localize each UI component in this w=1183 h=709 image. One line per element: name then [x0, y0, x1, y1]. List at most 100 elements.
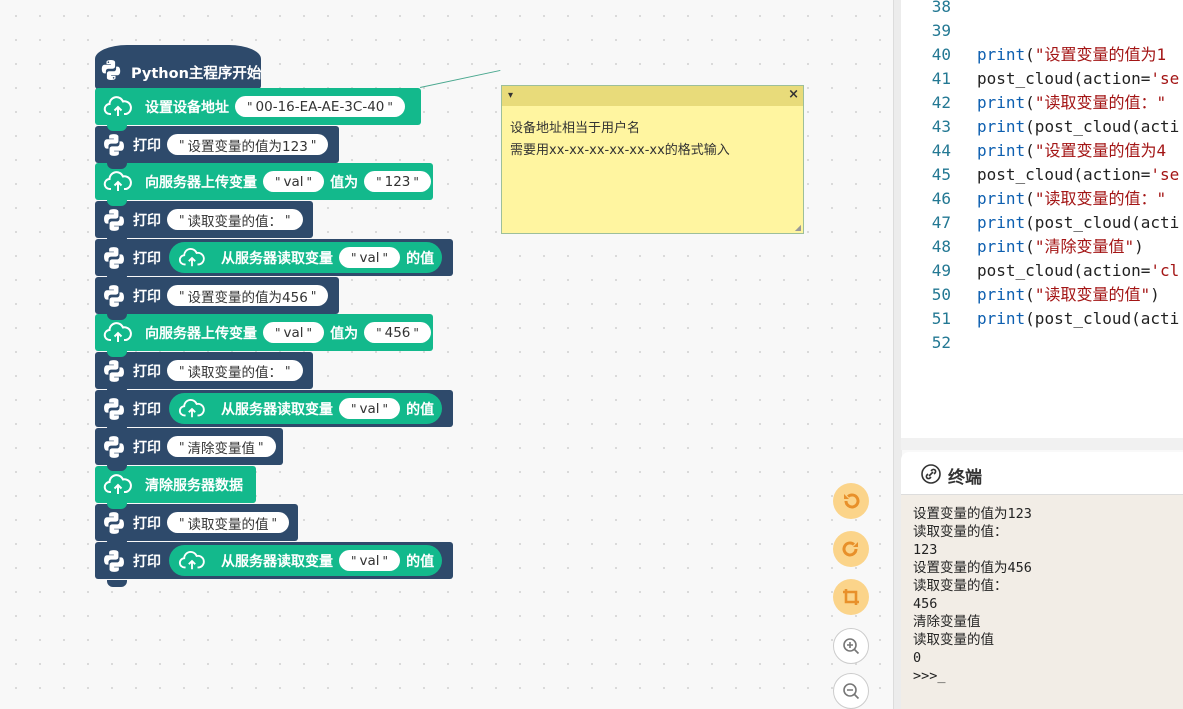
read-variable-block[interactable]: 从服务器读取变量 " val " 的值 — [169, 545, 443, 576]
python-icon — [104, 209, 124, 231]
line-number: 45 — [931, 165, 951, 184]
python-icon — [104, 436, 124, 458]
line-number: 41 — [931, 69, 951, 88]
cloud-download-icon — [178, 247, 205, 266]
line-number: 39 — [931, 21, 951, 40]
print-block[interactable]: 打印 从服务器读取变量 " val " 的值 — [95, 239, 453, 282]
terminal-title: 终端 — [948, 468, 982, 488]
read-variable-block[interactable]: 从服务器读取变量 " val " 的值 — [169, 242, 443, 273]
terminal-line: 读取变量的值： — [913, 524, 1008, 540]
code-text: post_cloud(action='se — [977, 165, 1180, 184]
python-icon — [101, 60, 121, 80]
text-field[interactable]: " 读取变量的值 " — [167, 512, 290, 533]
line-number: 48 — [931, 237, 951, 256]
block-label: 清除服务器数据 — [145, 477, 243, 494]
terminal-line: 设置变量的值为123 — [913, 506, 1032, 522]
value-label: 值为 — [330, 174, 359, 191]
variable-value-field[interactable]: " 123 " — [364, 171, 431, 192]
crop-icon — [843, 589, 859, 605]
print-block[interactable]: 打印 " 设置变量的值为123 " — [95, 126, 339, 169]
text-field[interactable]: " 设置变量的值为456 " — [167, 285, 329, 306]
terminal-line: 读取变量的值： — [913, 578, 1008, 594]
python-icon — [104, 398, 124, 420]
print-label: 打印 — [133, 439, 161, 456]
print-label: 打印 — [133, 212, 161, 229]
suffix-label: 的值 — [406, 250, 435, 267]
print-label: 打印 — [133, 250, 161, 267]
block-label: 从服务器读取变量 — [221, 401, 333, 418]
block-label: 向服务器上传变量 — [145, 174, 257, 191]
print-block[interactable]: 打印 " 读取变量的值 " — [95, 504, 298, 547]
variable-name-field[interactable]: " val " — [263, 322, 325, 343]
code-text: print("读取变量的值：" — [977, 93, 1167, 112]
line-number: 51 — [931, 309, 951, 328]
line-number: 52 — [931, 333, 951, 352]
comment-line: 设备地址相当于用户名 — [510, 121, 641, 136]
line-number: 43 — [931, 117, 951, 136]
print-block[interactable]: 打印 从服务器读取变量 " val " 的值 — [95, 542, 453, 587]
undo-button[interactable] — [833, 483, 869, 519]
upload-variable-block[interactable]: 向服务器上传变量 " val " 值为 " 123 " — [95, 163, 433, 206]
python-icon — [104, 550, 124, 572]
print-block[interactable]: 打印 " 清除变量值 " — [95, 428, 283, 471]
cloud-upload-icon — [103, 96, 132, 116]
line-number: 49 — [931, 261, 951, 280]
read-variable-block[interactable]: 从服务器读取变量 " val " 的值 — [169, 393, 443, 424]
code-text: print("读取变量的值：" — [977, 189, 1167, 208]
variable-name-field[interactable]: " val " — [263, 171, 325, 192]
print-label: 打印 — [133, 553, 161, 570]
python-icon — [104, 247, 124, 269]
terminal-line: 0 — [913, 650, 922, 666]
line-number: 46 — [931, 189, 951, 208]
print-block[interactable]: 打印 从服务器读取变量 " val " 的值 — [95, 390, 453, 433]
redo-button[interactable] — [833, 531, 869, 567]
set-device-address-block[interactable]: 设置设备地址 " 00-16-EA-AE-3C-40 " — [95, 88, 421, 131]
block-label: 从服务器读取变量 — [221, 553, 333, 570]
collapse-icon[interactable]: ▾ — [508, 90, 513, 101]
line-number: 47 — [931, 213, 951, 232]
cloud-download-icon — [178, 398, 205, 417]
print-block[interactable]: 打印 " 读取变量的值： " — [95, 352, 313, 395]
clear-server-data-block[interactable]: 清除服务器数据 — [95, 466, 256, 509]
print-block[interactable]: 打印 " 读取变量的值： " — [95, 201, 313, 244]
editor-footer — [901, 438, 1183, 450]
variable-value-field[interactable]: " 456 " — [364, 322, 431, 343]
upload-variable-block[interactable]: 向服务器上传变量 " val " 值为 " 456 " — [95, 314, 433, 357]
redo-icon — [842, 541, 858, 557]
code-text: print("设置变量的值为1 — [977, 45, 1167, 64]
cloud-upload-icon — [103, 171, 132, 191]
text-field[interactable]: " 设置变量的值为123 " — [167, 134, 329, 155]
terminal-line: 设置变量的值为456 — [913, 560, 1032, 576]
close-icon[interactable]: × — [788, 87, 799, 102]
variable-name-field[interactable]: " val " — [339, 550, 401, 571]
text-field[interactable]: " 读取变量的值： " — [167, 209, 303, 230]
cloud-download-icon — [178, 550, 205, 569]
code-text: print(post_cloud(acti — [977, 213, 1180, 232]
terminal-line: 清除变量值 — [913, 614, 981, 630]
cloud-upload-icon — [103, 322, 132, 342]
block-label: 设置设备地址 — [145, 99, 229, 116]
code-editor[interactable]: 38 39 40 print("设置变量的值为1 41 post_cloud(action… — [901, 0, 1183, 438]
text-field[interactable]: " 清除变量值 " — [167, 436, 276, 457]
print-label: 打印 — [133, 515, 161, 532]
comment-text[interactable]: 设备地址相当于用户名 需要用xx-xx-xx-xx-xx-xx的格式输入 — [502, 106, 803, 174]
comment-bubble[interactable]: ▾ × 设备地址相当于用户名 需要用xx-xx-xx-xx-xx-xx的格式输入… — [501, 85, 804, 234]
terminal-output[interactable]: 设置变量的值为123 读取变量的值： 123 设置变量的值为456 读取变量的值： 456… — [901, 495, 1183, 709]
variable-name-field[interactable]: " val " — [339, 247, 401, 268]
resize-handle-icon[interactable]: ◢ — [795, 223, 801, 232]
comment-titlebar[interactable]: ▾ × — [502, 86, 803, 106]
print-block[interactable]: 打印 " 设置变量的值为456 " — [95, 277, 339, 320]
zoom-out-button[interactable] — [833, 673, 869, 709]
code-text: print("设置变量的值为4 — [977, 141, 1167, 160]
cloud-upload-icon — [103, 474, 132, 494]
text-field[interactable]: " 读取变量的值： " — [167, 360, 303, 381]
variable-name-field[interactable]: " val " — [339, 398, 401, 419]
line-number: 42 — [931, 93, 951, 112]
device-address-field[interactable]: " 00-16-EA-AE-3C-40 " — [235, 96, 405, 117]
block-label: 从服务器读取变量 — [221, 250, 333, 267]
cleanup-button[interactable] — [833, 579, 869, 615]
terminal-line: 123 — [913, 542, 938, 558]
zoom-in-button[interactable] — [833, 628, 869, 664]
line-number: 44 — [931, 141, 951, 160]
code-text: post_cloud(action='se — [977, 69, 1180, 88]
